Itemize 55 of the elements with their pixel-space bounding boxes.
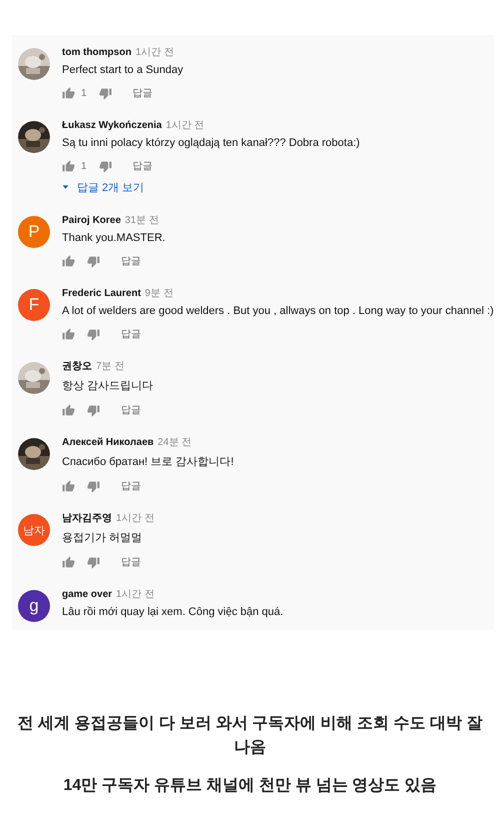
- thumbs-down-icon[interactable]: [87, 328, 100, 340]
- thumbs-down-icon[interactable]: [98, 160, 112, 172]
- comment-author[interactable]: Frederic Laurent: [62, 288, 141, 299]
- avatar[interactable]: g: [18, 590, 50, 622]
- avatar[interactable]: P: [18, 216, 50, 248]
- thumbs-up-icon[interactable]: [62, 404, 75, 416]
- comment-text: 용접기가 허멀멀: [62, 531, 144, 545]
- comment-author[interactable]: 남자김주영: [62, 511, 112, 525]
- comment-author[interactable]: Алексей Николаев: [62, 437, 154, 448]
- comment-author[interactable]: 권창오: [62, 359, 92, 373]
- caption-text: 전 세계 용접공들이 다 보러 와서 구독자에 비해 조회 수도 대박 잘 나옴: [16, 714, 484, 758]
- comment-time[interactable]: 1시간 전: [116, 587, 154, 601]
- thumbs-down-icon[interactable]: [87, 404, 100, 416]
- avatar[interactable]: 남자: [18, 514, 50, 546]
- caption-text: 14만 구독자 유튜브 채널에 천만 뷰 넘는 영상도 있음: [62, 776, 438, 796]
- thumbs-up-icon[interactable]: [62, 86, 75, 100]
- reply-button[interactable]: 답글: [117, 477, 145, 495]
- comment-time[interactable]: 1시간 전: [166, 118, 204, 132]
- reply-button[interactable]: 답글: [117, 325, 145, 343]
- thumbs-down-icon[interactable]: [87, 254, 100, 268]
- reply-button[interactable]: 답글: [117, 553, 145, 571]
- reply-button[interactable]: 답글: [128, 157, 157, 175]
- thumbs-up-icon[interactable]: [62, 328, 75, 340]
- like-count: 1: [81, 160, 87, 172]
- comment-author[interactable]: tom thompson: [62, 47, 132, 58]
- comment-time[interactable]: 1시간 전: [116, 511, 154, 525]
- thumbs-up-icon[interactable]: [62, 160, 75, 172]
- comment-author[interactable]: Pairoj Koree: [62, 215, 121, 226]
- view-replies-link[interactable]: 답글 2개 보기: [77, 180, 144, 194]
- comment-author[interactable]: game over: [62, 589, 112, 600]
- comment-text: Thank you.MASTER.: [62, 232, 166, 244]
- comment-text: A lot of welders are good welders . But you , allways on top . Long way to your channel :): [62, 305, 494, 317]
- comment-text: Спасибо братан! 브로 감사합니다!: [62, 455, 234, 469]
- comment-text: Perfect start to a Sunday: [62, 64, 184, 76]
- reply-button[interactable]: 답글: [117, 401, 145, 419]
- caret-icon: [62, 184, 69, 190]
- comment-time[interactable]: 24분 전: [158, 435, 192, 449]
- thumbs-down-icon[interactable]: [87, 556, 100, 568]
- thumbs-down-icon[interactable]: [98, 86, 112, 100]
- thumbs-up-icon[interactable]: [62, 556, 75, 568]
- thumbs-up-icon[interactable]: [62, 254, 75, 268]
- comment-time[interactable]: 9분 전: [144, 286, 174, 300]
- like-count: 1: [81, 88, 87, 98]
- comment-text: Są tu inni polacy którzy oglądają ten kanał??? Dobra robota:): [62, 137, 360, 149]
- comment-time[interactable]: 1시간 전: [135, 45, 174, 59]
- thumbs-down-icon[interactable]: [87, 480, 100, 492]
- reply-button[interactable]: 답글: [117, 252, 145, 270]
- thumbs-up-icon[interactable]: [62, 480, 75, 492]
- comment-time[interactable]: 31분 전: [124, 213, 159, 227]
- comment-text: 항상 감사드립니다: [62, 379, 154, 393]
- comment-author[interactable]: Łukasz Wykończenia: [62, 120, 162, 131]
- avatar[interactable]: F: [18, 289, 50, 321]
- comment-time[interactable]: 7분 전: [96, 359, 124, 373]
- comment-text: Lâu rồi mới quay lại xem. Công việc bận quá.: [62, 606, 284, 618]
- reply-button[interactable]: 답글: [128, 84, 157, 102]
